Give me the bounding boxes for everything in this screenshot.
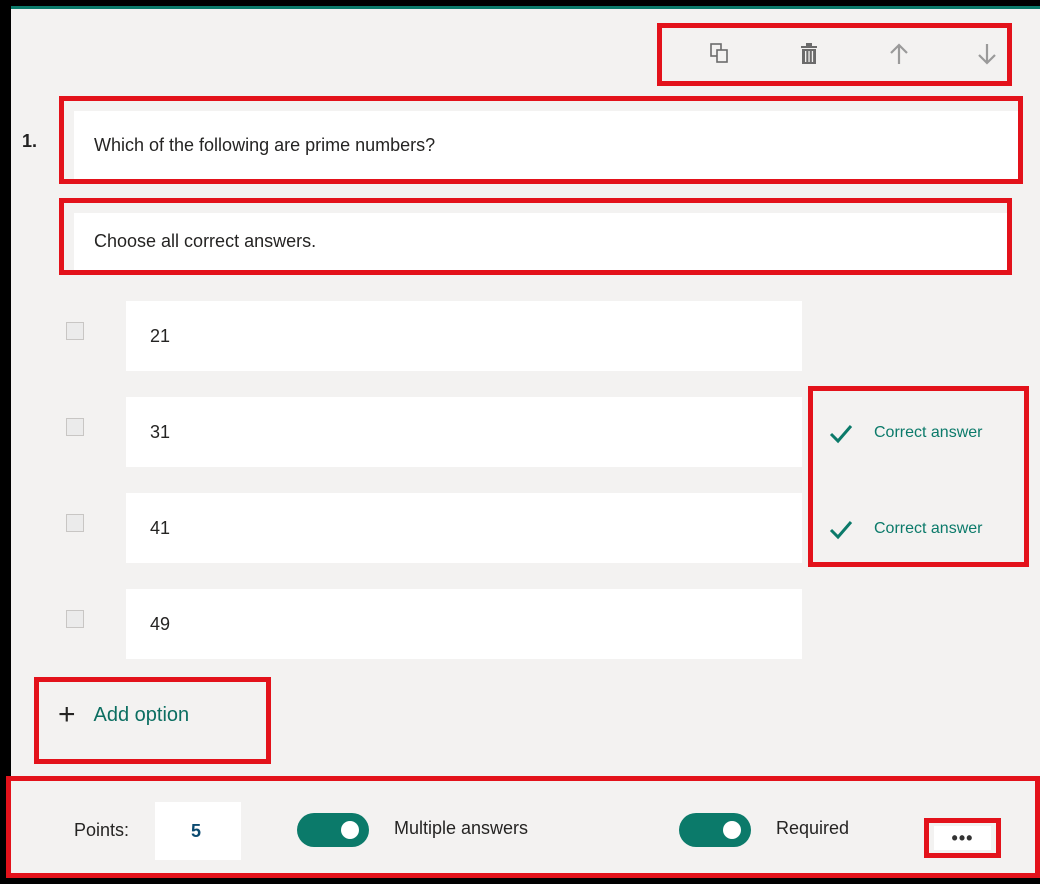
add-option-button[interactable]: + Add option — [58, 700, 189, 730]
question-title-input[interactable]: Which of the following are prime numbers… — [74, 111, 1018, 179]
required-toggle[interactable] — [679, 813, 751, 847]
copy-icon[interactable] — [707, 41, 733, 67]
correct-answer-toggle[interactable]: Correct answer — [828, 420, 982, 446]
option-input[interactable]: 49 — [126, 589, 802, 659]
question-subtitle-input[interactable]: Choose all correct answers. — [74, 213, 1007, 270]
option-checkbox[interactable] — [66, 322, 84, 340]
add-option-label: Add option — [93, 703, 190, 726]
option-input[interactable]: 21 — [126, 301, 802, 371]
question-subtitle-highlight: Choose all correct answers. — [59, 198, 1012, 275]
correct-answer-toggle[interactable]: Correct answer — [828, 516, 982, 542]
points-input[interactable]: 5 — [155, 802, 241, 860]
multiple-answers-label: Multiple answers — [394, 818, 529, 838]
more-options-button[interactable]: ••• — [934, 826, 991, 850]
checkmark-icon — [829, 521, 853, 540]
option-checkbox[interactable] — [66, 610, 84, 628]
correct-answer-label: Correct answer — [874, 424, 983, 441]
plus-icon: + — [58, 698, 76, 731]
question-title-highlight: Which of the following are prime numbers… — [59, 96, 1023, 184]
toggle-knob — [723, 821, 741, 839]
checkmark-icon — [829, 425, 853, 444]
option-checkbox[interactable] — [66, 514, 84, 532]
option-checkbox[interactable] — [66, 418, 84, 436]
multiple-answers-toggle[interactable] — [297, 813, 369, 847]
correct-answer-label: Correct answer — [874, 520, 983, 537]
required-label: Required — [776, 818, 850, 838]
points-label: Points: — [74, 820, 130, 840]
toggle-knob — [341, 821, 359, 839]
move-down-icon[interactable] — [974, 41, 1000, 67]
move-up-icon[interactable] — [886, 41, 912, 67]
delete-icon[interactable] — [796, 41, 822, 67]
question-number: 1. — [22, 131, 38, 151]
option-input[interactable]: 41 — [126, 493, 802, 563]
option-input[interactable]: 31 — [126, 397, 802, 467]
